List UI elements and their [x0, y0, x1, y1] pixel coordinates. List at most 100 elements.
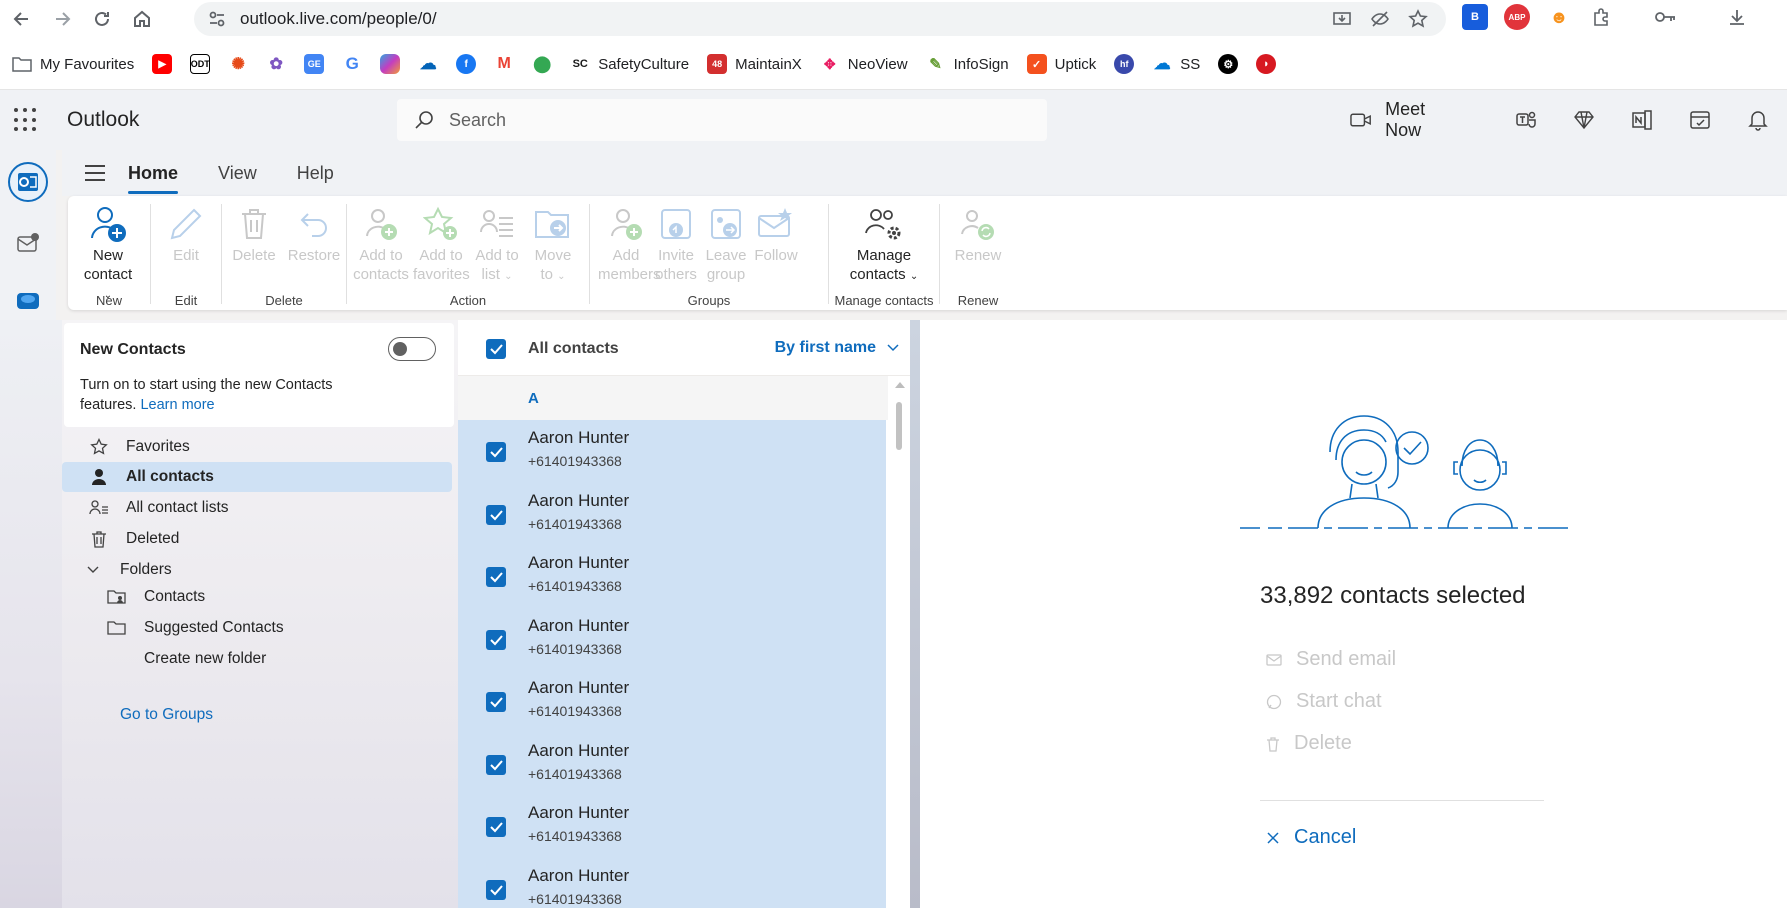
back-icon[interactable]	[4, 1, 40, 37]
password-key-icon[interactable]	[1652, 4, 1678, 30]
learn-more-link[interactable]: Learn more	[140, 397, 214, 413]
nav-create-new-folder[interactable]: Create new folder	[62, 644, 452, 674]
bookmark-gmail[interactable]: M	[494, 54, 514, 74]
tab-home[interactable]: Home	[128, 153, 179, 194]
address-bar[interactable]: outlook.live.com/people/0/	[194, 2, 1446, 36]
invite-others-button[interactable]: Invite others	[648, 202, 704, 284]
bitwarden-icon[interactable]: B	[1462, 4, 1488, 30]
move-to-button[interactable]: Move to ⌄	[525, 202, 581, 286]
letter-group-header[interactable]: A	[458, 376, 888, 420]
row-checkbox[interactable]	[486, 629, 506, 650]
list-item[interactable]: Aaron Hunter +61401943368	[458, 858, 886, 908]
row-checkbox[interactable]	[486, 442, 506, 462]
bookmark-hf[interactable]: hf	[1114, 54, 1135, 74]
leave-group-button[interactable]: Leave group	[698, 202, 754, 284]
tab-help[interactable]: Help	[297, 153, 334, 194]
start-chat-button[interactable]: Start chat	[1266, 690, 1382, 713]
nav-favorites[interactable]: Favorites	[62, 432, 452, 462]
rail-mail[interactable]	[0, 214, 56, 272]
bookmark-youtube[interactable]: ▶	[152, 54, 173, 74]
nav-deleted[interactable]: Deleted	[62, 524, 452, 554]
row-checkbox[interactable]	[486, 754, 506, 775]
eye-off-icon[interactable]	[1370, 9, 1390, 29]
delete-button[interactable]: Delete	[226, 202, 282, 265]
nav-all-contact-lists[interactable]: All contact lists	[62, 493, 452, 523]
url-text[interactable]: outlook.live.com/people/0/	[240, 9, 437, 29]
list-item[interactable]: Aaron Hunter +61401943368	[458, 483, 886, 546]
nav-all-contacts[interactable]: All contacts	[62, 462, 452, 492]
add-to-list-button[interactable]: Add to list ⌄	[469, 202, 525, 286]
scroll-up-icon[interactable]	[895, 382, 905, 388]
bookmark-gmeet[interactable]: GE	[304, 54, 325, 74]
go-to-groups-link[interactable]: Go to Groups	[120, 706, 213, 724]
notifications-bell-icon[interactable]	[1729, 109, 1787, 131]
renew-button[interactable]: Renew	[950, 202, 1006, 265]
row-checkbox[interactable]	[486, 504, 506, 525]
meet-now-button[interactable]: Meet Now	[1350, 99, 1463, 141]
rail-outlook[interactable]	[0, 150, 56, 214]
delete-selected-button[interactable]: Delete	[1266, 732, 1352, 755]
bookmark-butterfly[interactable]: ✿	[266, 54, 286, 74]
list-scrollbar[interactable]	[889, 376, 910, 908]
row-checkbox[interactable]	[486, 879, 506, 900]
download-icon[interactable]	[1724, 4, 1750, 30]
bookmark-star-icon[interactable]	[1408, 9, 1428, 29]
hamburger-menu-icon[interactable]	[62, 165, 128, 181]
bookmark-dots[interactable]: ✺	[228, 54, 248, 74]
okru-icon[interactable]: ☻	[1546, 4, 1572, 30]
home-icon[interactable]	[124, 1, 160, 37]
extensions-icon[interactable]	[1588, 4, 1614, 30]
list-item[interactable]: Aaron Hunter +61401943368	[458, 733, 886, 796]
tab-view[interactable]: View	[218, 153, 257, 194]
nav-folder-suggested-contacts[interactable]: Suggested Contacts	[62, 613, 452, 643]
row-checkbox[interactable]	[486, 692, 506, 712]
bookmark-uptick[interactable]: ✓ Uptick	[1026, 54, 1096, 74]
teams-icon[interactable]	[1497, 109, 1555, 131]
search-input[interactable]: Search	[397, 99, 1047, 141]
row-checkbox[interactable]	[486, 817, 506, 837]
nav-folders[interactable]: Folders	[62, 555, 452, 585]
bookmark-safetyculture[interactable]: SC SafetyCulture	[570, 54, 690, 74]
row-checkbox[interactable]	[486, 567, 506, 587]
reload-icon[interactable]	[84, 1, 120, 37]
list-item[interactable]: Aaron Hunter +61401943368	[458, 420, 886, 483]
new-contacts-toggle[interactable]	[388, 337, 436, 361]
cancel-button[interactable]: Cancel	[1266, 826, 1356, 849]
premium-diamond-icon[interactable]	[1555, 110, 1613, 130]
list-item[interactable]: Aaron Hunter +61401943368	[458, 545, 886, 608]
follow-button[interactable]: Follow	[748, 202, 804, 265]
scroll-thumb[interactable]	[896, 402, 902, 450]
bookmark-odt[interactable]: ODT	[190, 54, 211, 74]
bookmark-copilot[interactable]	[380, 54, 401, 74]
bookmark-infosign[interactable]: ✎ InfoSign	[926, 54, 1008, 74]
bookmark-maintainx[interactable]: 48 MaintainX	[707, 54, 802, 74]
restore-button[interactable]: Restore	[286, 202, 342, 265]
site-info-icon[interactable]	[208, 10, 226, 28]
bookmark-facebook[interactable]: f	[456, 54, 477, 74]
my-day-icon[interactable]	[1671, 109, 1729, 131]
sort-dropdown[interactable]: By first name	[775, 339, 900, 357]
list-item[interactable]: Aaron Hunter +61401943368	[458, 795, 886, 858]
bookmark-trendmicro[interactable]: ◗	[1256, 54, 1277, 74]
bookmark-openai[interactable]: ⚙	[1218, 54, 1239, 74]
add-to-contacts-button[interactable]: Add to contacts	[353, 202, 409, 284]
select-all-checkbox[interactable]	[486, 339, 506, 359]
bookmark-maps[interactable]: ⬤	[532, 54, 552, 74]
list-item[interactable]: Aaron Hunter +61401943368	[458, 608, 886, 671]
onenote-feed-icon[interactable]	[1613, 109, 1671, 131]
app-title[interactable]: Outlook	[67, 108, 139, 132]
app-launcher-icon[interactable]	[14, 108, 38, 132]
list-item[interactable]: Aaron Hunter +61401943368	[458, 670, 886, 733]
send-email-button[interactable]: Send email	[1266, 648, 1396, 671]
bookmark-onedrive[interactable]: ☁	[418, 54, 438, 74]
install-app-icon[interactable]	[1332, 9, 1352, 29]
adblock-icon[interactable]: ABP	[1504, 4, 1530, 30]
new-contact-button[interactable]: New contact ⌄	[80, 202, 136, 305]
manage-contacts-button[interactable]: Manage contacts ⌄	[846, 202, 922, 286]
add-to-favorites-button[interactable]: Add to favorites	[413, 202, 470, 284]
bookmark-my-favourites[interactable]: My Favourites	[12, 55, 134, 73]
forward-icon[interactable]	[44, 1, 80, 37]
nav-folder-contacts[interactable]: Contacts	[62, 582, 452, 612]
bookmark-neoview[interactable]: ✥ NeoView	[820, 54, 908, 74]
edit-button[interactable]: Edit	[158, 202, 214, 265]
